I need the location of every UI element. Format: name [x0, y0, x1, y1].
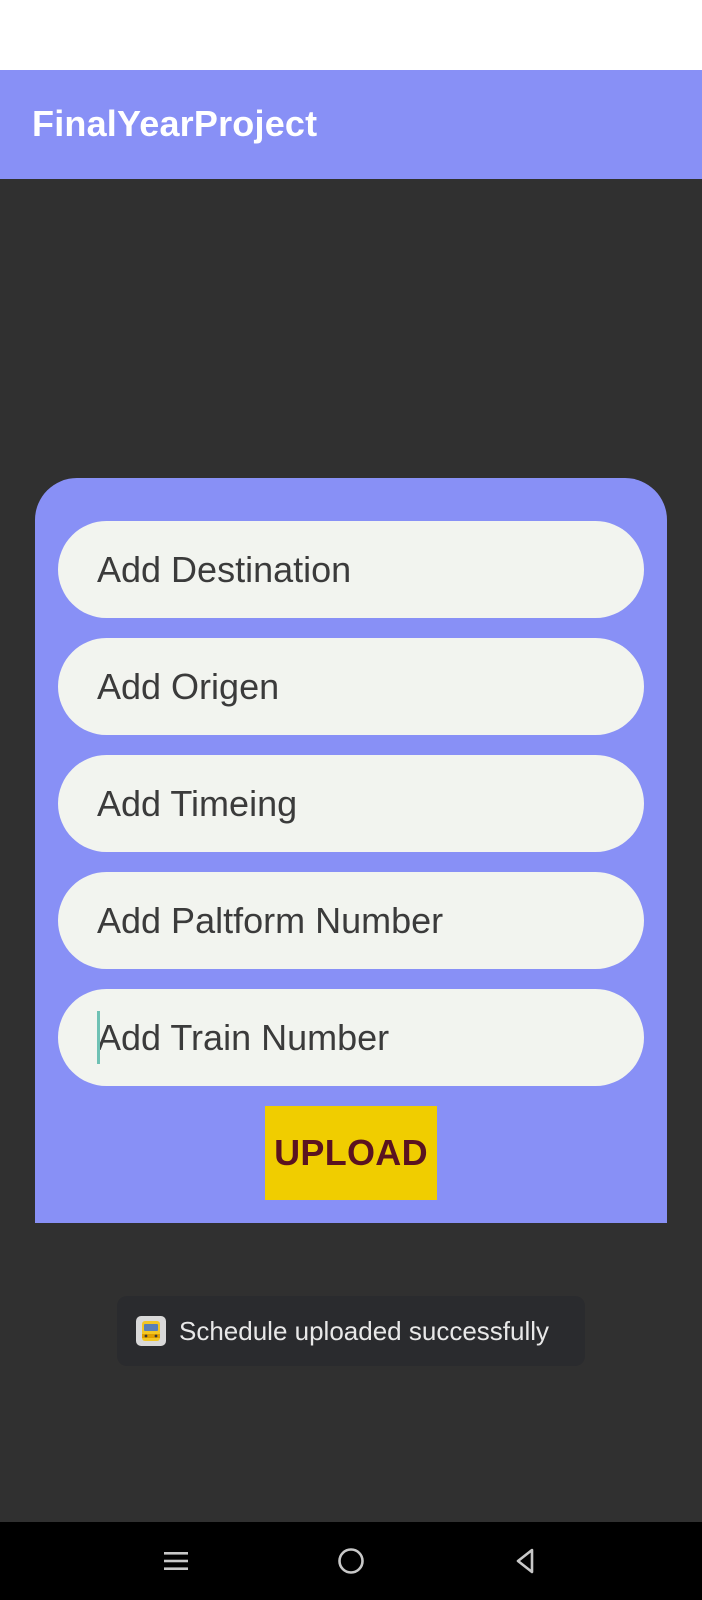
main-content: Add Destination Add Origen Add Timeing A…	[0, 179, 702, 1522]
origin-placeholder: Add Origen	[97, 665, 280, 707]
origin-input[interactable]: Add Origen	[58, 638, 644, 735]
train-number-placeholder: Add Train Number	[97, 1016, 390, 1058]
timing-placeholder: Add Timeing	[97, 782, 298, 824]
system-navigation-bar	[0, 1522, 702, 1600]
app-icon	[136, 1316, 166, 1346]
recent-apps-icon[interactable]	[156, 1541, 196, 1581]
train-number-input[interactable]: Add Train Number	[58, 989, 644, 1086]
platform-number-placeholder: Add Paltform Number	[97, 899, 444, 941]
destination-input[interactable]: Add Destination	[58, 521, 644, 618]
app-title: FinalYearProject	[32, 103, 318, 144]
app-bar: FinalYearProject	[0, 70, 702, 179]
platform-number-input[interactable]: Add Paltform Number	[58, 872, 644, 969]
schedule-form-card: Add Destination Add Origen Add Timeing A…	[35, 478, 667, 1223]
timing-input[interactable]: Add Timeing	[58, 755, 644, 852]
upload-button[interactable]: UPLOAD	[265, 1106, 437, 1200]
toast-text: Schedule uploaded successfully	[179, 1316, 550, 1346]
back-icon[interactable]	[506, 1541, 546, 1581]
destination-placeholder: Add Destination	[97, 548, 352, 590]
text-cursor	[97, 1011, 100, 1064]
toast-message: Schedule uploaded successfully	[117, 1296, 585, 1366]
home-icon[interactable]	[331, 1541, 371, 1581]
status-bar	[0, 0, 702, 70]
